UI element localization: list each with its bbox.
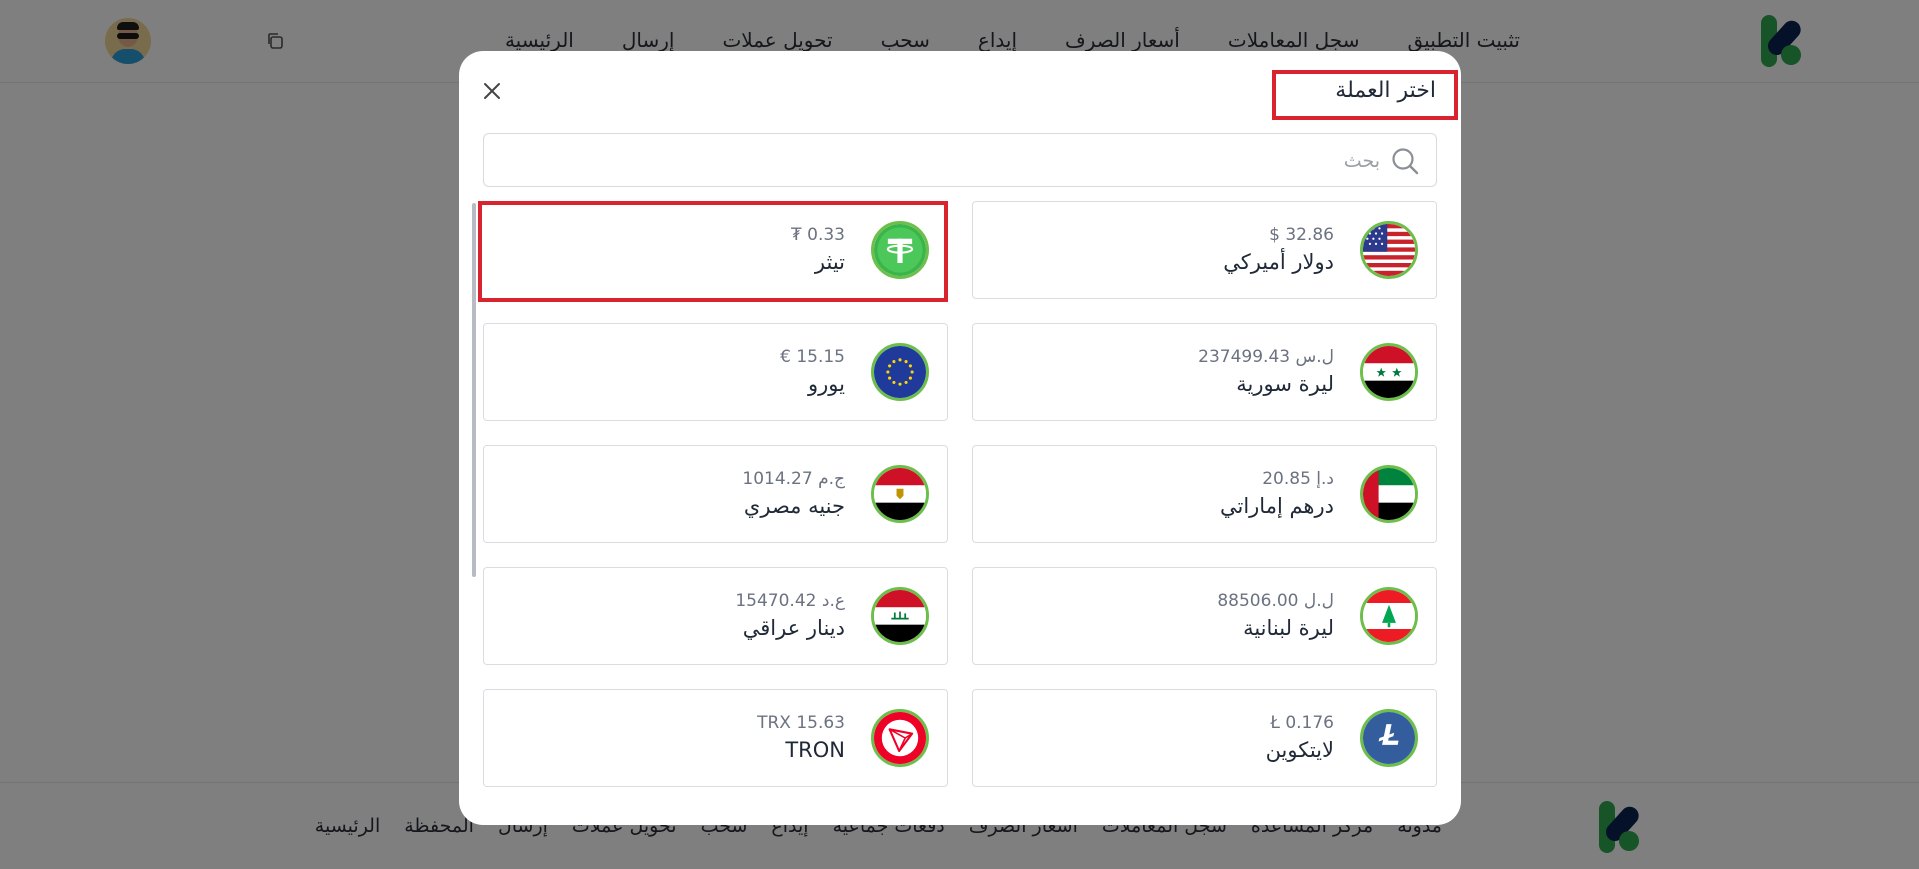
- currency-card-lbp[interactable]: 88506.00 ل.ل ليرة لبنانية: [972, 567, 1437, 665]
- currency-name: تيثر: [814, 250, 845, 274]
- currency-name: دينار عراقي: [742, 616, 845, 640]
- litecoin-icon: [1360, 709, 1418, 767]
- tether-icon: [871, 221, 929, 279]
- currency-card-syp[interactable]: 237499.43 ل.س ليرة سورية: [972, 323, 1437, 421]
- currency-balance: € 15.15: [780, 347, 845, 367]
- close-icon[interactable]: [479, 78, 505, 104]
- syria-flag-icon: [1360, 343, 1418, 401]
- currency-picker-modal: اختر العملة $ 32.8: [459, 51, 1461, 825]
- currency-name: TRON: [785, 738, 845, 762]
- currency-card-trx[interactable]: TRX 15.63 TRON: [483, 689, 948, 787]
- currency-balance: $ 32.86: [1269, 225, 1334, 245]
- currency-name: لايتكوين: [1265, 738, 1334, 762]
- tron-icon: [871, 709, 929, 767]
- search-input[interactable]: [520, 144, 1380, 178]
- search-icon: [1392, 148, 1419, 175]
- currency-name: جنيه مصري: [743, 494, 845, 518]
- currency-card-egp[interactable]: 1014.27 ج.م جنيه مصري: [483, 445, 948, 543]
- eu-flag-icon: [871, 343, 929, 401]
- currency-balance: 237499.43 ل.س: [1198, 347, 1334, 367]
- currency-card-usdt[interactable]: ₮ 0.33 تيثر: [478, 201, 948, 302]
- currency-balance: 1014.27 ج.م: [742, 469, 845, 489]
- currency-balance: TRX 15.63: [757, 713, 845, 733]
- currency-name: دولار أميركي: [1223, 250, 1334, 274]
- us-flag-icon: [1360, 221, 1418, 279]
- currency-card-eur[interactable]: € 15.15 يورو: [483, 323, 948, 421]
- currency-card-aed[interactable]: 20.85 د.إ درهم إماراتي: [972, 445, 1437, 543]
- search-box[interactable]: [483, 133, 1437, 187]
- uae-flag-icon: [1360, 465, 1418, 523]
- currency-balance: Ł 0.176: [1270, 713, 1334, 733]
- currency-card-ltc[interactable]: Ł 0.176 لايتكوين: [972, 689, 1437, 787]
- lebanon-flag-icon: [1360, 587, 1418, 645]
- egypt-flag-icon: [871, 465, 929, 523]
- currency-balance: 15470.42 ع.د: [735, 591, 845, 611]
- currency-balance: 88506.00 ل.ل: [1217, 591, 1334, 611]
- modal-title: اختر العملة: [1335, 78, 1436, 103]
- currency-card-usd[interactable]: $ 32.86 دولار أميركي: [972, 201, 1437, 299]
- currency-name: يورو: [808, 372, 845, 396]
- currency-name: درهم إماراتي: [1219, 494, 1334, 518]
- currency-balance: 20.85 د.إ: [1262, 469, 1334, 489]
- iraq-flag-icon: [871, 587, 929, 645]
- currency-balance: ₮ 0.33: [790, 225, 845, 245]
- currency-name: ليرة لبنانية: [1243, 616, 1334, 640]
- currency-name: ليرة سورية: [1236, 372, 1334, 396]
- currency-card-iqd[interactable]: 15470.42 ع.د دينار عراقي: [483, 567, 948, 665]
- scrollbar[interactable]: [472, 203, 476, 577]
